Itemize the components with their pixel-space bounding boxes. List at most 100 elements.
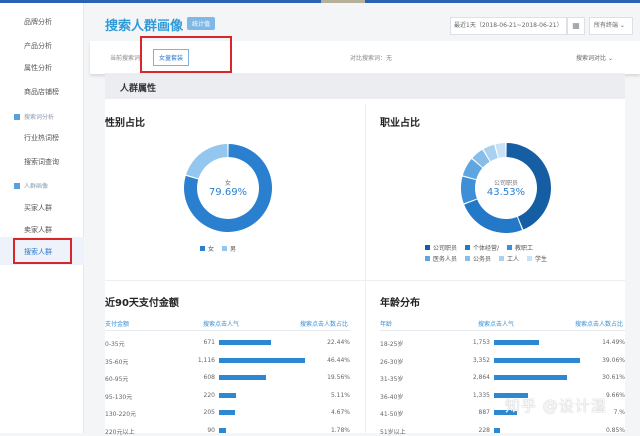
legend-swatch	[425, 245, 430, 250]
row-bar	[219, 410, 235, 415]
compare-dropdown[interactable]: 搜索词对比 ⌄	[576, 53, 613, 62]
sidebar-item[interactable]: 产品分析	[24, 41, 52, 51]
row-count: 228	[478, 426, 490, 434]
gender-slice[interactable]	[186, 144, 228, 179]
row-percent: 5.11%	[330, 391, 350, 399]
row-bar	[494, 375, 568, 380]
header-divider	[380, 330, 625, 331]
row-percent: 30.61%	[602, 374, 625, 381]
row-count: 1,753	[472, 339, 490, 346]
legend-swatch	[499, 256, 505, 261]
row-percent: 14.49%	[602, 339, 625, 346]
chevron-down-icon: ⌄	[607, 55, 613, 62]
stat-badge: 统计值	[187, 17, 216, 30]
sidebar-item-label: 产品分析	[24, 42, 52, 50]
row-percent: 0.85%	[605, 426, 625, 434]
row-percent: 4.67%	[330, 409, 350, 416]
row-count: 1,335	[472, 391, 490, 399]
gender-center-value: 79.69%	[208, 187, 248, 198]
row-percent: 46.44%	[327, 356, 350, 364]
legend-swatch	[527, 256, 533, 261]
occupation-center-label: 公司职员	[493, 180, 518, 187]
sidebar-item-label: 品牌分析	[24, 18, 52, 26]
legend-label: 公务员	[473, 256, 492, 263]
sidebar-item[interactable]: 卖家人群	[24, 225, 52, 235]
legend-swatch	[200, 246, 205, 251]
legend-item[interactable]: 医务人员	[425, 254, 457, 265]
legend-item[interactable]: 公务员	[465, 254, 491, 265]
row-label: 26-30岁	[380, 358, 404, 366]
row-bar	[494, 427, 500, 433]
row-label: 51岁以上	[380, 428, 406, 436]
occupation-slice[interactable]	[464, 199, 523, 233]
row-percent: 22.44%	[327, 339, 350, 346]
occupation-center-value: 43.53%	[486, 187, 526, 198]
legend-item[interactable]: 男	[222, 244, 236, 253]
row-label: 18-25岁	[380, 341, 404, 348]
legend-item[interactable]: 工人	[499, 254, 519, 265]
row-label: 31-35岁	[380, 376, 404, 383]
row-percent: 39.06%	[602, 356, 625, 364]
column-header: 支付金额	[105, 321, 130, 328]
folder-icon	[14, 183, 20, 189]
compare-dropdown-label: 搜索词对比	[576, 55, 607, 62]
sidebar-item[interactable]: 买家人群	[24, 203, 52, 213]
legend-item[interactable]: 女	[200, 244, 214, 253]
annotation-red-box	[13, 238, 72, 264]
row-count: 1,116	[197, 356, 215, 364]
legend-label: 公司职员	[433, 245, 458, 252]
row-label: 0-35元	[105, 341, 125, 348]
legend-swatch	[465, 245, 471, 250]
occupation-legend: 公司职员 个体经营/教职工医务人员 公务员 工人 学生	[425, 243, 575, 265]
legend-swatch	[425, 256, 430, 261]
sidebar-item-label: 卖家人群	[24, 226, 52, 234]
folder-icon	[14, 114, 20, 120]
row-bar	[219, 340, 271, 345]
column-header: 搜索点击人数占比	[575, 321, 624, 328]
row-percent: 19.56%	[327, 374, 350, 381]
sidebar-item-label: 人群画像	[24, 183, 49, 190]
row-count: 3,352	[472, 356, 490, 364]
row-bar	[219, 392, 236, 398]
gender-center-label: 女	[224, 180, 231, 187]
sidebar-item[interactable]: 行业热词榜	[24, 133, 59, 143]
row-count: 90	[207, 426, 215, 434]
legend-label: 医务人员	[433, 256, 458, 263]
sidebar: 品牌分析 产品分析 属性分析 商品店铺榜 搜索词分析 行业热词榜 搜索词查询 人群画像 买家人群…	[0, 3, 84, 433]
sidebar-item[interactable]: 属性分析	[24, 63, 52, 73]
gender-title: 性别占比	[105, 118, 145, 129]
terminal-select[interactable]: 所有终端 ⌄	[589, 17, 633, 35]
calendar-icon[interactable]: ▦	[567, 17, 585, 35]
legend-item[interactable]: 公司职员	[425, 243, 457, 254]
row-count: 2,864	[472, 374, 490, 381]
column-header: 搜索点击人数占比	[300, 321, 349, 328]
legend-label: 个体经营/	[473, 245, 500, 252]
sidebar-item[interactable]: 商品店铺榜	[24, 87, 59, 97]
row-count: 887	[478, 409, 490, 416]
row-count: 608	[203, 374, 215, 381]
column-header: 搜索点击人气	[203, 321, 240, 328]
compare-keyword: 对比搜索词：无	[350, 55, 393, 62]
row-count: 205	[203, 409, 215, 416]
row-count: 220	[203, 391, 215, 399]
horizontal-divider	[105, 280, 625, 281]
age-title: 年龄分布	[380, 298, 420, 309]
row-percent: 1.78%	[330, 426, 350, 434]
legend-item[interactable]: 学生	[527, 254, 547, 265]
annotation-red-rect	[140, 36, 232, 73]
sidebar-item[interactable]: 品牌分析	[24, 17, 52, 27]
sidebar-item-label: 属性分析	[24, 64, 52, 72]
legend-label: 学生	[535, 256, 548, 263]
legend-item[interactable]: 教职工	[507, 243, 533, 254]
row-label: 35-60元	[105, 358, 129, 366]
sidebar-item[interactable]: 搜索词查询	[24, 157, 59, 167]
legend-item[interactable]: 个体经营/	[465, 243, 499, 254]
date-range-picker[interactable]: 最近1天（2018-06-21~2018-06-21）	[450, 17, 567, 35]
legend-label: 工人	[507, 256, 520, 263]
row-bar	[494, 340, 539, 345]
row-label: 60-95元	[105, 376, 129, 383]
row-count: 671	[203, 339, 215, 346]
header-divider	[105, 330, 350, 331]
column-header: 搜索点击人气	[478, 321, 515, 328]
row-label: 95-130元	[105, 393, 133, 401]
